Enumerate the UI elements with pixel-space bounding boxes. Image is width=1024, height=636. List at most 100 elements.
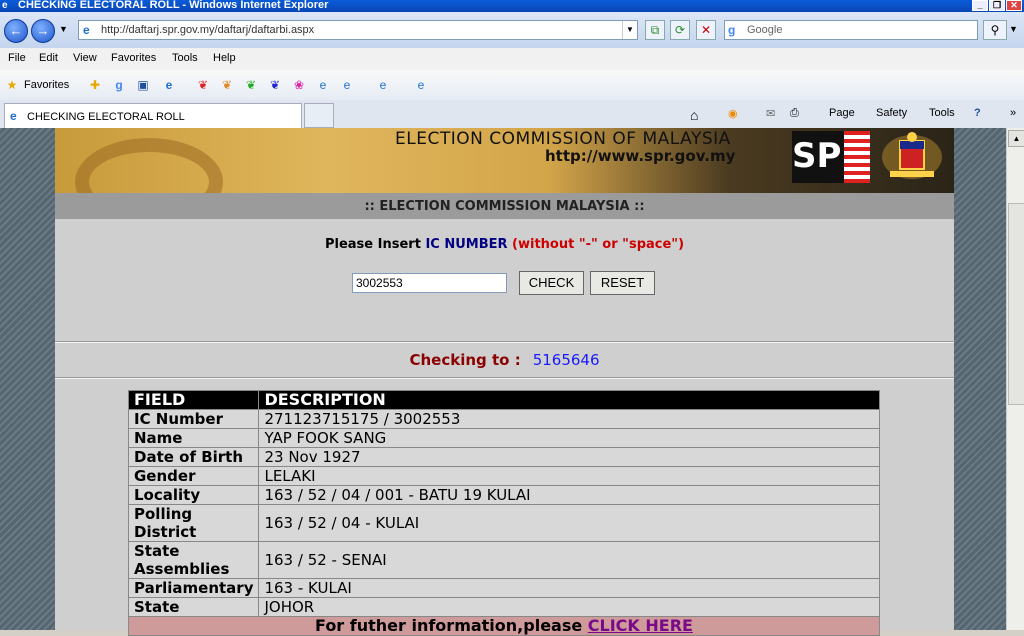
table-footer-row: For futher information,please CLICK HERE — [128, 616, 880, 636]
home-icon[interactable]: ⌂ — [690, 107, 698, 123]
compatibility-view-icon[interactable]: ⧉ — [645, 20, 665, 40]
section-header: :: ELECTION COMMISSION MALAYSIA :: — [55, 193, 954, 219]
field-label: Name — [127, 428, 260, 448]
field-label: Date of Birth — [127, 447, 260, 467]
field-value: 163 - KULAI — [258, 578, 880, 598]
scroll-thumb[interactable] — [1008, 203, 1024, 405]
minimize-button[interactable]: _ — [972, 0, 988, 11]
stop-icon[interactable]: ✕ — [696, 20, 716, 40]
favorites-star-icon[interactable]: ★ — [5, 78, 19, 92]
favorites-button[interactable]: Favorites — [24, 79, 69, 91]
feeds-icon[interactable]: ◉ — [728, 107, 738, 120]
header-field: FIELD — [127, 390, 260, 410]
field-value: 23 Nov 1927 — [258, 447, 880, 467]
msn-link-icon-3[interactable]: ❦ — [244, 78, 258, 92]
search-box[interactable]: g Google — [724, 20, 978, 40]
menu-edit[interactable]: Edit — [39, 52, 58, 64]
google-link-icon[interactable]: g — [112, 78, 126, 92]
menu-bar: File Edit View Favorites Tools Help — [0, 48, 1024, 71]
field-value: 271123715175 / 3002553 — [258, 409, 880, 429]
tab-checking-electoral-roll[interactable]: e CHECKING ELECTORAL ROLL — [4, 103, 302, 128]
table-row: Polling District 163 / 52 / 04 - KULAI — [127, 504, 880, 542]
table-row: Parliamentary 163 - KULAI — [127, 578, 880, 598]
chevron-more-icon[interactable]: » — [1010, 107, 1016, 119]
google-icon: g — [728, 23, 736, 37]
forward-button[interactable]: → — [31, 19, 55, 43]
prompt-ic-number: IC NUMBER — [425, 237, 508, 252]
window-title: CHECKING ELECTORAL ROLL - Windows Intern… — [18, 0, 329, 11]
page-icon: e — [83, 23, 90, 37]
search-icon[interactable]: ⚲ — [983, 20, 1007, 40]
header-description: DESCRIPTION — [258, 390, 880, 410]
msn-link-icon[interactable]: ❦ — [196, 78, 210, 92]
web-slice-icon-2[interactable]: e — [340, 78, 354, 92]
search-input[interactable]: Google — [747, 24, 782, 36]
safety-menu[interactable]: Safety — [876, 107, 907, 119]
checking-label: Checking to : — [409, 351, 521, 369]
field-label: Parliamentary — [127, 578, 260, 598]
reset-button[interactable]: RESET — [590, 271, 655, 295]
field-label: Locality — [127, 485, 260, 505]
ic-number-input[interactable] — [352, 273, 507, 293]
history-dropdown-icon[interactable]: ▼ — [59, 24, 68, 34]
result-table: FIELD DESCRIPTION IC Number 271123715175 … — [127, 390, 880, 636]
menu-favorites[interactable]: Favorites — [111, 52, 156, 64]
prompt-note: (without "-" or "space") — [507, 237, 685, 252]
restore-button[interactable]: ❐ — [989, 0, 1005, 11]
field-label: Polling District — [127, 504, 260, 542]
msn-butterfly-icon[interactable]: ❀ — [292, 78, 306, 92]
banner-title: ELECTION COMMISSION OF MALAYSIA — [395, 129, 731, 149]
table-row: IC Number 271123715175 / 3002553 — [127, 409, 880, 429]
scroll-up-icon[interactable]: ▲ — [1008, 130, 1024, 147]
menu-view[interactable]: View — [73, 52, 97, 64]
field-value: 163 / 52 - SENAI — [258, 541, 880, 579]
footer-text: For futher information,please — [315, 616, 588, 635]
table-row: Gender LELAKI — [127, 466, 880, 486]
table-row: State Assemblies 163 / 52 - SENAI — [127, 541, 880, 579]
field-value: JOHOR — [258, 597, 880, 617]
back-button[interactable]: ← — [4, 19, 28, 43]
divider — [55, 377, 954, 379]
search-options-icon[interactable]: ▼ — [1009, 24, 1018, 34]
ie-link-icon[interactable]: e — [162, 78, 176, 92]
tab-label: CHECKING ELECTORAL ROLL — [27, 111, 185, 123]
malaysia-flag-icon — [844, 131, 870, 183]
click-here-link[interactable]: CLICK HERE — [588, 616, 693, 635]
table-header-row: FIELD DESCRIPTION — [127, 390, 880, 410]
web-slice-icon-3[interactable]: e — [376, 78, 390, 92]
address-dropdown-icon[interactable]: ▼ — [622, 21, 637, 39]
msn-link-icon-2[interactable]: ❦ — [220, 78, 234, 92]
web-slice-icon-4[interactable]: e — [414, 78, 428, 92]
read-mail-icon[interactable]: ✉ — [766, 107, 775, 120]
address-bar[interactable]: e http://daftarj.spr.gov.my/daftarj/daft… — [78, 20, 638, 40]
checking-count: 5165646 — [532, 351, 600, 369]
help-icon[interactable]: ? — [974, 107, 981, 119]
close-window-button[interactable]: ✕ — [1006, 0, 1022, 11]
field-label: State — [127, 597, 260, 617]
web-slice-icon[interactable]: e — [316, 78, 330, 92]
check-button[interactable]: CHECK — [519, 271, 584, 295]
field-label: State Assemblies — [127, 541, 260, 579]
vertical-scrollbar[interactable]: ▲ — [1006, 128, 1024, 630]
ie-logo-icon: e — [2, 0, 8, 11]
menu-tools[interactable]: Tools — [172, 52, 198, 64]
divider — [55, 341, 954, 343]
page-menu[interactable]: Page — [829, 107, 855, 119]
print-icon[interactable]: ⎙ — [790, 107, 799, 120]
spr-logo: SPR — [792, 131, 870, 183]
msn-link-icon-4[interactable]: ❦ — [268, 78, 282, 92]
menu-file[interactable]: File — [8, 52, 26, 64]
refresh-icon[interactable]: ⟳ — [670, 20, 690, 40]
outlook-link-icon[interactable]: ▣ — [136, 78, 150, 92]
ic-prompt: Please Insert IC NUMBER (without "-" or … — [55, 237, 954, 252]
field-value: 163 / 52 / 04 / 001 - BATU 19 KULAI — [258, 485, 880, 505]
favorites-bar: ★ Favorites ✚ g ▣ e ❦ ❦ ❦ ❦ ❀ e e e e — [0, 70, 1024, 101]
add-favorite-icon[interactable]: ✚ — [88, 78, 102, 92]
table-row: State JOHOR — [127, 597, 880, 617]
field-value: LELAKI — [258, 466, 880, 486]
new-tab-button[interactable] — [304, 103, 334, 128]
address-input[interactable]: http://daftarj.spr.gov.my/daftarj/daftar… — [101, 24, 314, 36]
coat-of-arms-icon — [882, 132, 942, 179]
menu-help[interactable]: Help — [213, 52, 236, 64]
tools-menu[interactable]: Tools — [929, 107, 955, 119]
